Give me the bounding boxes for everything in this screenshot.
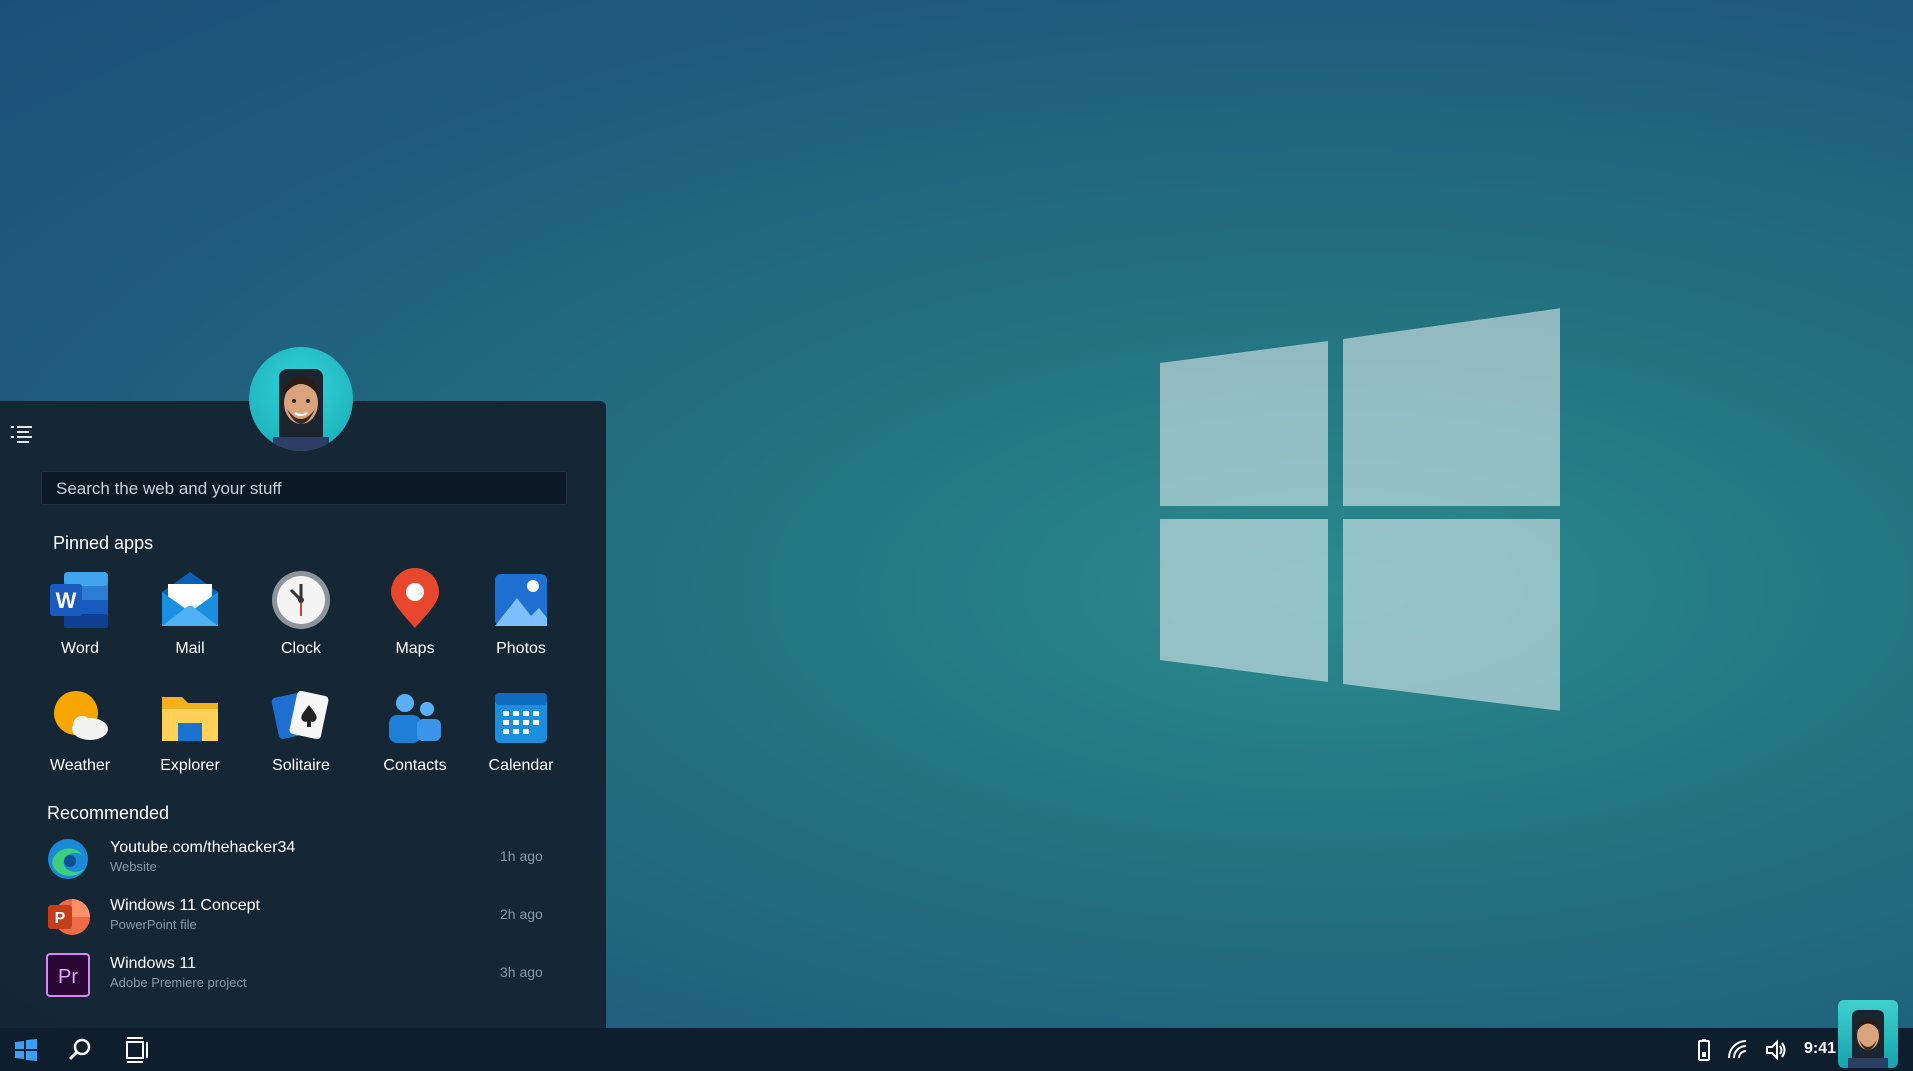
clock-icon: [272, 571, 330, 629]
app-label: Mail: [175, 640, 205, 657]
battery-icon[interactable]: [1692, 1038, 1716, 1062]
recommended-item[interactable]: Pr Windows 11 Adobe Premiere project 3h …: [46, 951, 546, 999]
recommended-time: 3h ago: [500, 964, 543, 980]
app-mail[interactable]: Mail: [140, 568, 240, 658]
app-solitaire[interactable]: Solitaire: [251, 685, 351, 775]
search-button[interactable]: [66, 1036, 94, 1064]
recommended-type: PowerPoint file: [110, 917, 197, 932]
app-calendar[interactable]: Calendar: [471, 685, 571, 775]
folder-icon: [162, 697, 218, 741]
app-label: Explorer: [160, 757, 220, 774]
search-icon: [68, 1038, 91, 1061]
wifi-icon[interactable]: [1726, 1038, 1750, 1062]
app-label: Weather: [49, 757, 111, 774]
app-word[interactable]: W Word: [30, 568, 130, 658]
app-label: Word: [61, 640, 99, 657]
maps-icon: [391, 568, 439, 628]
taskbar: 9:41 AM: [0, 1028, 1913, 1071]
svg-text:Pr: Pr: [58, 966, 78, 988]
edge-icon: [48, 839, 88, 879]
app-label: Photos: [496, 640, 546, 657]
app-weather[interactable]: Weather: [30, 685, 130, 775]
premiere-icon: Pr: [46, 953, 90, 997]
task-view-icon: [126, 1037, 148, 1063]
app-clock[interactable]: Clock: [251, 568, 351, 658]
user-avatar-corner[interactable]: [1838, 1000, 1898, 1068]
word-icon: W: [50, 572, 108, 628]
svg-text:P: P: [55, 910, 66, 927]
contacts-icon: [389, 694, 441, 743]
search-input[interactable]: Search the web and your stuff: [41, 471, 567, 505]
app-maps[interactable]: Maps: [365, 568, 465, 658]
app-label: Calendar: [488, 757, 554, 774]
start-button[interactable]: [12, 1036, 40, 1064]
app-label: Clock: [280, 640, 321, 657]
recommended-type: Website: [110, 859, 157, 874]
weather-icon: [54, 691, 108, 740]
recommended-item[interactable]: Youtube.com/thehacker34 Website 1h ago: [46, 835, 546, 883]
windows-start-icon: [15, 1039, 37, 1061]
volume-icon[interactable]: [1764, 1038, 1788, 1062]
photos-icon: [495, 574, 547, 626]
windows-logo-wallpaper: [1160, 306, 1562, 716]
app-label: Solitaire: [272, 757, 330, 774]
recommended-time: 2h ago: [500, 906, 543, 922]
app-label: Contacts: [383, 757, 447, 774]
recommended-item[interactable]: P Windows 11 Concept PowerPoint file 2h …: [46, 893, 546, 941]
app-contacts[interactable]: Contacts: [365, 685, 465, 775]
powerpoint-icon: P: [48, 899, 90, 935]
app-photos[interactable]: Photos: [471, 568, 571, 658]
svg-text:W: W: [56, 588, 77, 613]
app-label: Maps: [395, 640, 435, 657]
cards-icon: [271, 690, 329, 740]
mail-icon: [162, 572, 218, 626]
calendar-icon: [495, 693, 547, 743]
recommended-name: Windows 11: [110, 955, 196, 972]
recommended-heading: Recommended: [47, 803, 170, 823]
recommended-name: Windows 11 Concept: [110, 897, 260, 914]
recommended-type: Adobe Premiere project: [110, 975, 247, 990]
start-menu: Search the web and your stuff Pinned app…: [0, 401, 606, 1028]
task-view-button[interactable]: [124, 1036, 152, 1064]
recommended-time: 1h ago: [500, 848, 543, 864]
all-apps-list-icon[interactable]: [10, 423, 34, 445]
pinned-apps-heading: Pinned apps: [53, 533, 154, 553]
app-explorer[interactable]: Explorer: [140, 685, 240, 775]
user-avatar[interactable]: [249, 347, 353, 451]
recommended-name: Youtube.com/thehacker34: [110, 839, 296, 856]
